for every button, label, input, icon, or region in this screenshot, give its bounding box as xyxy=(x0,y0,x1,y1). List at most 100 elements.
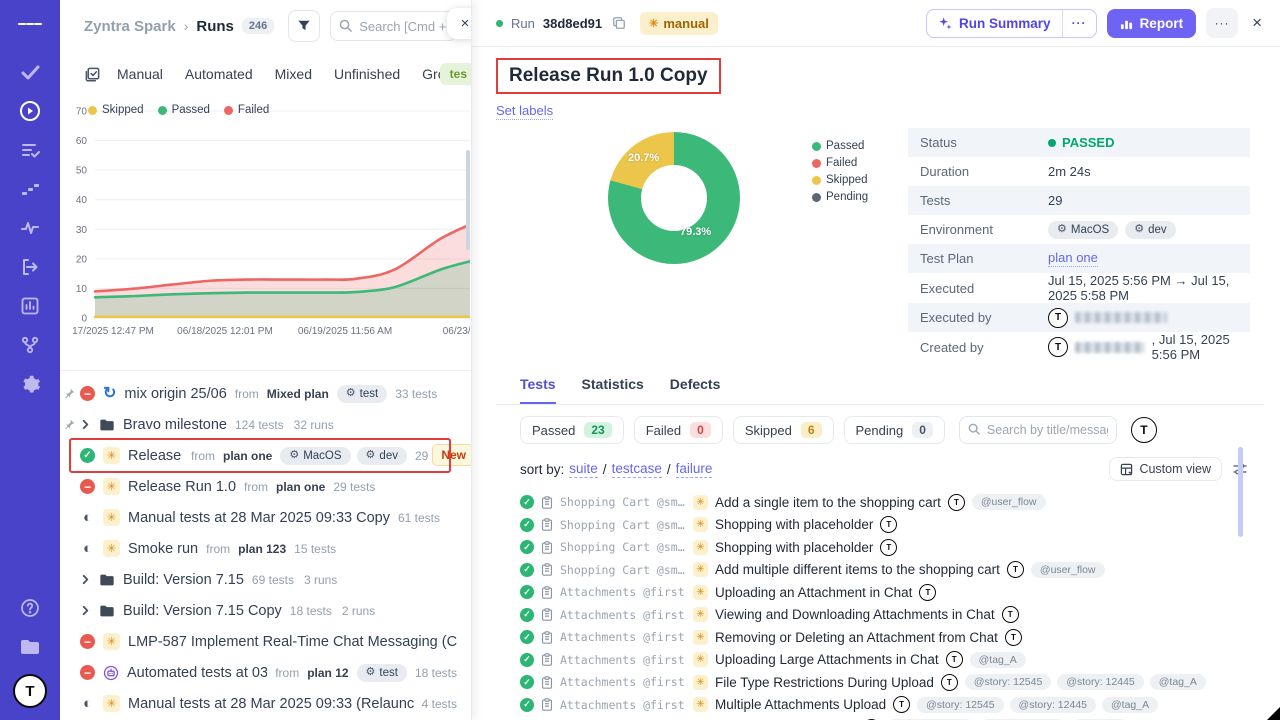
run-title[interactable]: Bravo milestone xyxy=(123,417,227,433)
run-title[interactable]: Build: Version 7.15 Copy xyxy=(123,603,282,619)
hamburger-menu-icon[interactable] xyxy=(18,12,42,36)
tests-search-input[interactable] xyxy=(959,416,1117,444)
test-suite-name[interactable]: Shopping Cart @sm… xyxy=(560,518,686,532)
chevron-right-icon[interactable] xyxy=(80,419,91,430)
test-title[interactable]: Uploading an Attachment in Chat xyxy=(715,585,912,600)
filter-skipped-button[interactable]: Skipped6 xyxy=(733,416,834,444)
test-list-item[interactable]: ✓ Attachments @first ✳ File Type Restric… xyxy=(520,671,1248,694)
run-plan-link[interactable]: Mixed plan xyxy=(267,387,329,401)
runs-tab-mixed[interactable]: Mixed xyxy=(275,66,312,82)
breadcrumb-section[interactable]: Runs xyxy=(196,18,234,35)
run-list-item[interactable]: Bravo milestone 124 tests32 runs xyxy=(60,409,471,440)
report-button[interactable]: Report xyxy=(1107,9,1197,38)
run-title[interactable]: Manual tests at 28 Mar 2025 09:33 Copy xyxy=(128,510,390,526)
test-title[interactable]: Viewing and Downloading Attachments in C… xyxy=(715,607,995,622)
more-actions-button[interactable]: ··· xyxy=(1206,8,1238,38)
test-suite-name[interactable]: Attachments @first xyxy=(560,653,686,667)
environment-badge[interactable]: ⚙dev xyxy=(357,447,407,465)
detail-close-button[interactable]: × xyxy=(1248,13,1266,33)
test-title[interactable]: Removing or Deleting an Attachment from … xyxy=(715,630,998,645)
sort-by-suite[interactable]: suite xyxy=(569,461,598,478)
help-icon[interactable] xyxy=(18,596,42,620)
run-title[interactable]: Release Run 1.0 Copy xyxy=(128,448,183,464)
run-summary-button[interactable]: Run Summary ··· xyxy=(926,9,1097,38)
test-list-item[interactable]: ✓ Attachments @first ✳ Multiple Attachme… xyxy=(520,694,1248,717)
branch-icon[interactable] xyxy=(18,333,42,357)
run-plan-link[interactable]: plan 123 xyxy=(238,542,286,556)
test-suite-name[interactable]: Attachments @first xyxy=(560,608,686,622)
tests-check-icon[interactable] xyxy=(18,60,42,84)
test-title[interactable]: Uploading Large Attachments in Chat xyxy=(715,652,939,667)
set-labels-link[interactable]: Set labels xyxy=(496,103,553,120)
import-icon[interactable] xyxy=(18,255,42,279)
test-title[interactable]: Shopping with placeholder xyxy=(715,517,873,532)
run-list-item[interactable]: ◐ ✳ Smoke run from plan 123 15 tests xyxy=(60,533,471,564)
runs-tab-manual[interactable]: Manual xyxy=(117,66,163,82)
tab-defects[interactable]: Defects xyxy=(670,376,721,404)
test-title[interactable]: Add multiple different items to the shop… xyxy=(715,562,1000,577)
filter-passed-button[interactable]: Passed23 xyxy=(520,416,624,444)
test-title[interactable]: Multiple Attachments Upload xyxy=(715,697,886,712)
test-suite-name[interactable]: Shopping Cart @sm… xyxy=(560,563,686,577)
test-list-item[interactable]: ✓ Shopping Cart @sm… ✳ Add a single item… xyxy=(520,491,1248,514)
run-list-item[interactable]: − Automated tests at 03 Jul 2025 13:25 f… xyxy=(60,657,471,688)
copy-icon[interactable] xyxy=(612,16,626,30)
run-title[interactable]: LMP-587 Implement Real-Time Chat Messagi… xyxy=(128,634,457,650)
filter-failed-button[interactable]: Failed0 xyxy=(634,416,723,444)
test-title[interactable]: Shopping with placeholder xyxy=(715,540,873,555)
analytics-icon[interactable] xyxy=(18,294,42,318)
env-filter-badge[interactable]: tes xyxy=(440,63,472,85)
left-panel-scrollbar[interactable] xyxy=(466,150,470,250)
test-suite-name[interactable]: Shopping Cart @sm… xyxy=(560,540,686,554)
run-title[interactable]: Build: Version 7.15 xyxy=(123,572,244,588)
tab-statistics[interactable]: Statistics xyxy=(582,376,644,404)
runs-tab-unfinished[interactable]: Unfinished xyxy=(334,66,400,82)
run-title[interactable]: Automated tests at 03 Jul 2025 13:25 xyxy=(127,665,267,681)
test-list-item[interactable]: ✓ Shopping Cart @sm… ✳ Shopping with pla… xyxy=(520,514,1248,537)
sort-by-failure[interactable]: failure xyxy=(676,461,713,478)
run-list-item[interactable]: Build: Version 7.15 69 tests3 runs xyxy=(60,564,471,595)
test-list-item[interactable]: ✓ Attachments @first ✳ Uploading Large A… xyxy=(520,649,1248,672)
milestones-steps-icon[interactable] xyxy=(18,177,42,201)
sort-by-testcase[interactable]: testcase xyxy=(612,461,662,478)
select-runs-icon[interactable] xyxy=(84,66,101,83)
test-list-item[interactable]: ✓ Attachments @first ✳ Uploading an Atta… xyxy=(520,581,1248,604)
runs-tab-automated[interactable]: Automated xyxy=(185,66,253,82)
environment-badge[interactable]: ⚙dev xyxy=(1125,221,1175,239)
run-list-item[interactable]: − ✳ Release Run 1.0 from plan one 29 tes… xyxy=(60,471,471,502)
testomat-logo[interactable]: T xyxy=(13,674,47,708)
test-title[interactable]: Add a single item to the shopping cart xyxy=(715,495,941,510)
environment-badge[interactable]: ⚙MacOS xyxy=(1048,221,1118,239)
test-title[interactable]: File Type Restrictions During Upload xyxy=(715,675,934,690)
test-suite-name[interactable]: Attachments @first xyxy=(560,698,686,712)
run-title[interactable]: Release Run 1.0 xyxy=(128,479,236,495)
test-plans-icon[interactable] xyxy=(18,138,42,162)
run-plan-link[interactable]: plan one xyxy=(223,449,272,463)
filter-pending-button[interactable]: Pending0 xyxy=(844,416,945,444)
run-list-item[interactable]: ◐ ✳ Manual tests at 28 Mar 2025 09:33 Co… xyxy=(60,502,471,533)
test-list-item[interactable]: ✓ Attachments @first ✳ Removing or Delet… xyxy=(520,626,1248,649)
test-list-item[interactable]: ✓ Attachments @first ✳ Viewing and Downl… xyxy=(520,604,1248,627)
test-suite-name[interactable]: Attachments @first xyxy=(560,675,686,689)
run-list-item[interactable]: − ✳ LMP-587 Implement Real-Time Chat Mes… xyxy=(60,626,471,657)
pulse-activity-icon[interactable] xyxy=(18,216,42,240)
run-list-item[interactable]: ◐ ✳ Manual tests at 28 Mar 2025 09:33 (R… xyxy=(60,688,471,719)
run-title[interactable]: Manual tests at 28 Mar 2025 09:33 (Relau… xyxy=(128,696,414,712)
test-list-scrollbar[interactable] xyxy=(1238,447,1243,537)
filter-button[interactable] xyxy=(288,10,320,42)
run-list-item[interactable]: ✓ ✳ Release Run 1.0 Copy from plan one ⚙… xyxy=(60,440,471,471)
runs-panel-close-button[interactable]: × xyxy=(447,8,472,39)
environment-badge[interactable]: ⚙test xyxy=(357,664,407,682)
settings-gear-icon[interactable] xyxy=(18,372,42,396)
environment-badge[interactable]: ⚙test xyxy=(337,385,387,403)
test-suite-name[interactable]: Attachments @first xyxy=(560,585,686,599)
test-list-item[interactable]: ✓ Shopping Cart @sm… ✳ Add multiple diff… xyxy=(520,559,1248,582)
run-list-item[interactable]: − ↻ mix origin 25/06 from Mixed plan ⚙te… xyxy=(60,378,471,409)
test-list-item[interactable]: ✓ Attachments @first ✳ Image Preview on … xyxy=(520,716,1248,720)
run-list-item[interactable]: Build: Version 7.15 Copy 18 tests2 runs xyxy=(60,595,471,626)
assignee-avatar[interactable]: T xyxy=(1131,417,1157,443)
custom-view-button[interactable]: Custom view xyxy=(1109,457,1222,481)
environment-badge[interactable]: ⚙MacOS xyxy=(280,447,350,465)
projects-folder-icon[interactable] xyxy=(18,635,42,659)
runs-play-icon[interactable] xyxy=(18,99,42,123)
